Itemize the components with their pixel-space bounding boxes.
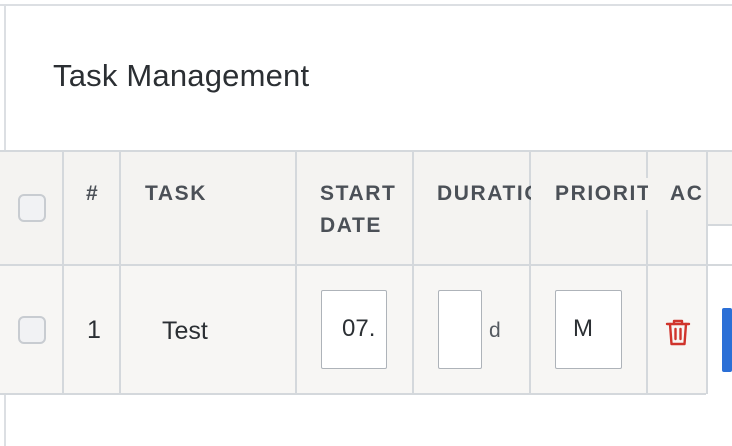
row-bottom-border xyxy=(0,393,706,395)
column-header-actions: AC xyxy=(670,182,704,205)
header-top-border xyxy=(0,150,732,152)
row-number: 1 xyxy=(87,316,101,344)
header-select-cell xyxy=(0,152,64,264)
task-name[interactable]: Test xyxy=(162,315,208,347)
header-task-cell: TASK xyxy=(121,152,297,264)
trash-icon[interactable] xyxy=(664,317,692,347)
column-header-start-date-line2: DATE xyxy=(320,214,383,237)
column-header-number: # xyxy=(86,182,100,205)
duration-unit-label: d xyxy=(489,319,501,342)
header-actions-cell: AC xyxy=(648,152,708,264)
row-number-cell: 1 xyxy=(64,266,121,393)
header-bottom-border xyxy=(0,264,732,266)
row-priority-cell: M xyxy=(531,266,648,393)
column-header-start-date-line1: START xyxy=(320,182,397,205)
task-table: # TASK START DATE DURATION PRIORITY AC 1… xyxy=(0,0,732,446)
overflow-divider xyxy=(708,224,732,226)
header-start-date-cell: START DATE xyxy=(297,152,414,264)
start-date-input[interactable]: 07. xyxy=(321,290,387,369)
row-start-date-cell: 07. xyxy=(297,266,414,393)
duration-input[interactable] xyxy=(438,290,482,369)
header-priority-cell: PRIORITY xyxy=(531,152,669,264)
row-task-cell[interactable]: Test xyxy=(121,266,297,393)
priority-select[interactable]: M xyxy=(555,290,622,369)
row-right-border xyxy=(706,266,708,394)
header-number-cell: # xyxy=(64,152,121,264)
row-select-cell xyxy=(0,266,64,393)
row-actions-cell xyxy=(648,266,708,393)
primary-action-button[interactable] xyxy=(722,308,732,372)
column-header-task[interactable]: TASK xyxy=(145,178,207,210)
row-duration-cell: d xyxy=(414,266,531,393)
row-checkbox[interactable] xyxy=(18,316,46,344)
header-overflow-cell xyxy=(708,152,732,224)
header-duration-cell: DURATION xyxy=(414,152,557,264)
column-header-start-date[interactable]: START DATE xyxy=(320,178,396,242)
select-all-checkbox[interactable] xyxy=(18,194,46,222)
